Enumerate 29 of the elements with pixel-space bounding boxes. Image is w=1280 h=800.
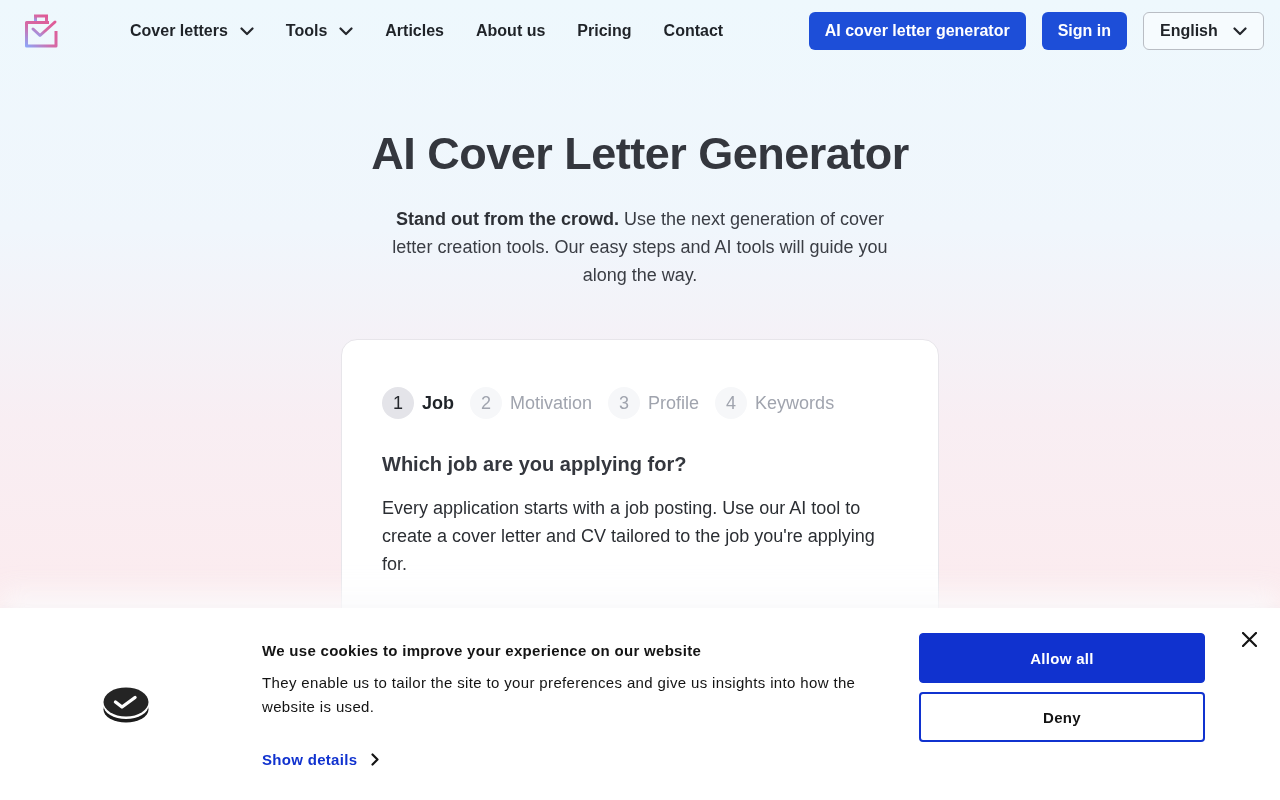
cookie-check-icon	[103, 686, 149, 723]
nav-menu[interactable]: Cover letters	[130, 22, 254, 40]
nav-link[interactable]: Articles	[385, 22, 444, 40]
close-icon[interactable]	[1242, 632, 1257, 647]
header-button[interactable]: Sign in	[1041, 12, 1127, 50]
wizard-step: 3 Profile	[608, 387, 700, 419]
question-description: Every application starts with a job posting. Use our AI tool to create a cover letter and CV tailored to the job you're applying for.	[382, 497, 876, 576]
nav-menu[interactable]: Tools	[285, 22, 354, 40]
wizard-step: 4 Keywords	[715, 387, 835, 419]
intro-text: Stand out from the crowd. Use the next generation of cover letter creation tools. Our easy steps and AI tools will guide you along the way.	[391, 208, 889, 287]
chevron-down-icon	[1233, 26, 1247, 36]
show-details-link[interactable]: Show details	[262, 751, 380, 768]
page-title: AI Cover Letter Generator	[371, 127, 909, 181]
language-select[interactable]: English	[1143, 12, 1264, 50]
cookie-title: We use cookies to improve your experience on our website	[262, 642, 703, 660]
wizard-step: 1 Job	[382, 387, 454, 419]
header-button[interactable]: AI cover letter generator	[808, 12, 1026, 50]
nav-link[interactable]: Pricing	[577, 22, 632, 40]
logo-icon[interactable]	[24, 14, 58, 48]
deny-button[interactable]: Deny	[919, 692, 1205, 742]
chevron-down-icon	[239, 26, 254, 36]
nav-link[interactable]: Contact	[663, 22, 724, 40]
allow-all-button[interactable]: Allow all	[919, 633, 1205, 683]
chevron-right-icon	[371, 753, 380, 766]
question-heading: Which job are you applying for?	[382, 452, 688, 477]
chevron-down-icon	[339, 26, 354, 36]
nav-link[interactable]: About us	[476, 22, 546, 40]
cookie-text: They enable us to tailor the site to your preferences and give us insights into how the website is used.	[262, 673, 857, 717]
wizard-step: 2 Motivation	[470, 387, 593, 419]
